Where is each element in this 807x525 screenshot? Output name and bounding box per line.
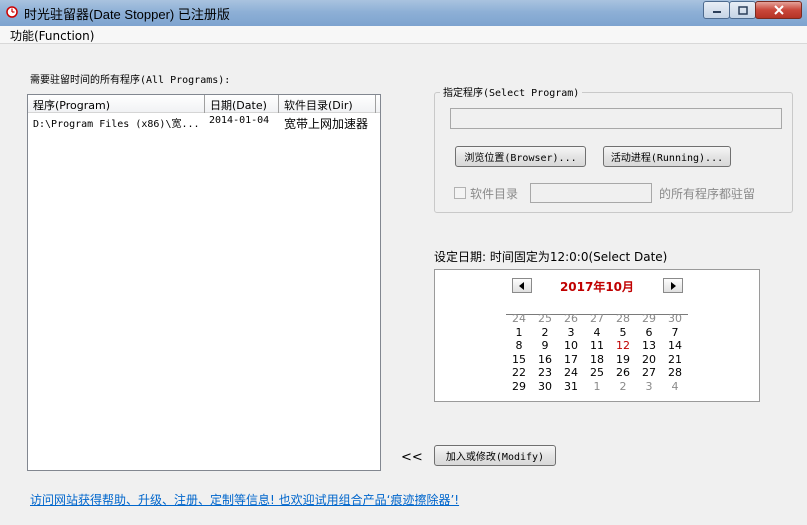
cell-date: 2014-01-04	[209, 115, 270, 126]
calendar-day[interactable]: 30	[532, 380, 558, 393]
menu-function[interactable]: 功能(Function)	[10, 27, 94, 44]
calendar[interactable]: 2017年10月 24 25 26 27 28 29 30 1 2 3 4 5 6 7 8 9 10 11 12 13…	[434, 269, 760, 402]
calendar-day[interactable]: 19	[610, 353, 636, 366]
column-header-date[interactable]: 日期(Date)	[205, 95, 279, 113]
calendar-day[interactable]: 2	[610, 380, 636, 393]
dir-field[interactable]	[530, 183, 652, 203]
close-icon	[773, 5, 784, 15]
maximize-button[interactable]	[729, 1, 756, 19]
calendar-day[interactable]: 28	[610, 312, 636, 325]
browse-button[interactable]: 浏览位置(Browser)...	[455, 146, 586, 167]
calendar-month-title[interactable]: 2017年10月	[435, 278, 759, 295]
column-header-program[interactable]: 程序(Program)	[28, 95, 205, 113]
calendar-day[interactable]: 26	[558, 312, 584, 325]
calendar-day[interactable]: 27	[636, 366, 662, 379]
calendar-day[interactable]: 2	[532, 326, 558, 339]
calendar-day[interactable]: 12	[610, 339, 636, 352]
minimize-button[interactable]	[703, 1, 730, 19]
calendar-day[interactable]: 5	[610, 326, 636, 339]
calendar-day[interactable]: 17	[558, 353, 584, 366]
calendar-day[interactable]: 4	[662, 380, 688, 393]
calendar-day[interactable]: 20	[636, 353, 662, 366]
program-list[interactable]: 程序(Program) 日期(Date) 软件目录(Dir) D:\Progra…	[27, 94, 381, 471]
calendar-day[interactable]: 9	[532, 339, 558, 352]
dir-checkbox[interactable]	[454, 187, 466, 199]
calendar-day[interactable]: 18	[584, 353, 610, 366]
website-link[interactable]: 访问网站获得帮助、升级、注册、定制等信息! 也欢迎试用组合产品‘痕迹擦除器’!	[30, 491, 459, 508]
calendar-day[interactable]: 23	[532, 366, 558, 379]
calendar-day[interactable]: 21	[662, 353, 688, 366]
maximize-icon	[737, 5, 748, 15]
calendar-day[interactable]: 14	[662, 339, 688, 352]
calendar-day[interactable]: 26	[610, 366, 636, 379]
calendar-day[interactable]: 30	[662, 312, 688, 325]
next-month-button[interactable]	[663, 278, 683, 293]
calendar-day[interactable]: 1	[584, 380, 610, 393]
calendar-day[interactable]: 24	[506, 312, 532, 325]
calendar-day[interactable]: 3	[636, 380, 662, 393]
running-process-button[interactable]: 活动进程(Running)...	[603, 146, 731, 167]
dir-suffix-label: 的所有程序都驻留	[659, 187, 756, 201]
cell-program: D:\Program Files (x86)\宽...	[33, 119, 200, 130]
menu-bar: 功能(Function)	[0, 26, 807, 44]
calendar-day[interactable]: 8	[506, 339, 532, 352]
program-path-field[interactable]	[450, 108, 782, 129]
calendar-day[interactable]: 1	[506, 326, 532, 339]
calendar-day[interactable]: 4	[584, 326, 610, 339]
calendar-day[interactable]: 7	[662, 326, 688, 339]
calendar-day[interactable]: 28	[662, 366, 688, 379]
calendar-day[interactable]: 6	[636, 326, 662, 339]
modify-button[interactable]: 加入或修改(Modify)	[434, 445, 556, 466]
calendar-day[interactable]: 13	[636, 339, 662, 352]
select-program-title: 指定程序(Select Program)	[440, 84, 583, 99]
calendar-day[interactable]: 29	[636, 312, 662, 325]
program-list-label: 需要驻留时间的所有程序(All Programs):	[30, 75, 231, 86]
calendar-day[interactable]: 25	[532, 312, 558, 325]
calendar-day[interactable]: 24	[558, 366, 584, 379]
calendar-day[interactable]: 10	[558, 339, 584, 352]
calendar-day[interactable]: 27	[584, 312, 610, 325]
select-date-label: 设定日期: 时间固定为12:0:0(Select Date)	[434, 250, 668, 264]
dir-checkbox-label: 软件目录	[470, 187, 519, 201]
calendar-day[interactable]: 15	[506, 353, 532, 366]
calendar-day[interactable]: 22	[506, 366, 532, 379]
calendar-day[interactable]: 11	[584, 339, 610, 352]
list-header: 程序(Program) 日期(Date) 软件目录(Dir)	[28, 95, 380, 113]
close-button[interactable]	[755, 1, 802, 19]
calendar-day[interactable]: 3	[558, 326, 584, 339]
calendar-day-grid: 24 25 26 27 28 29 30 1 2 3 4 5 6 7 8 9 10 11 12 13 14 15 16 17 1…	[506, 312, 688, 393]
table-row[interactable]: D:\Program Files (x86)\宽... 2014-01-04 宽…	[28, 114, 380, 131]
back-arrows[interactable]: <<	[401, 450, 423, 465]
column-header-dir[interactable]: 软件目录(Dir)	[279, 95, 376, 113]
right-arrow-icon	[671, 281, 676, 290]
app-icon	[6, 6, 18, 18]
title-bar: 时光驻留器(Date Stopper) 已注册版	[0, 0, 807, 26]
calendar-day[interactable]: 25	[584, 366, 610, 379]
calendar-day[interactable]: 29	[506, 380, 532, 393]
cell-dir: 宽带上网加速器	[284, 117, 369, 131]
calendar-day[interactable]: 31	[558, 380, 584, 393]
window-title: 时光驻留器(Date Stopper) 已注册版	[24, 7, 230, 22]
minimize-icon	[712, 11, 721, 13]
calendar-day[interactable]: 16	[532, 353, 558, 366]
